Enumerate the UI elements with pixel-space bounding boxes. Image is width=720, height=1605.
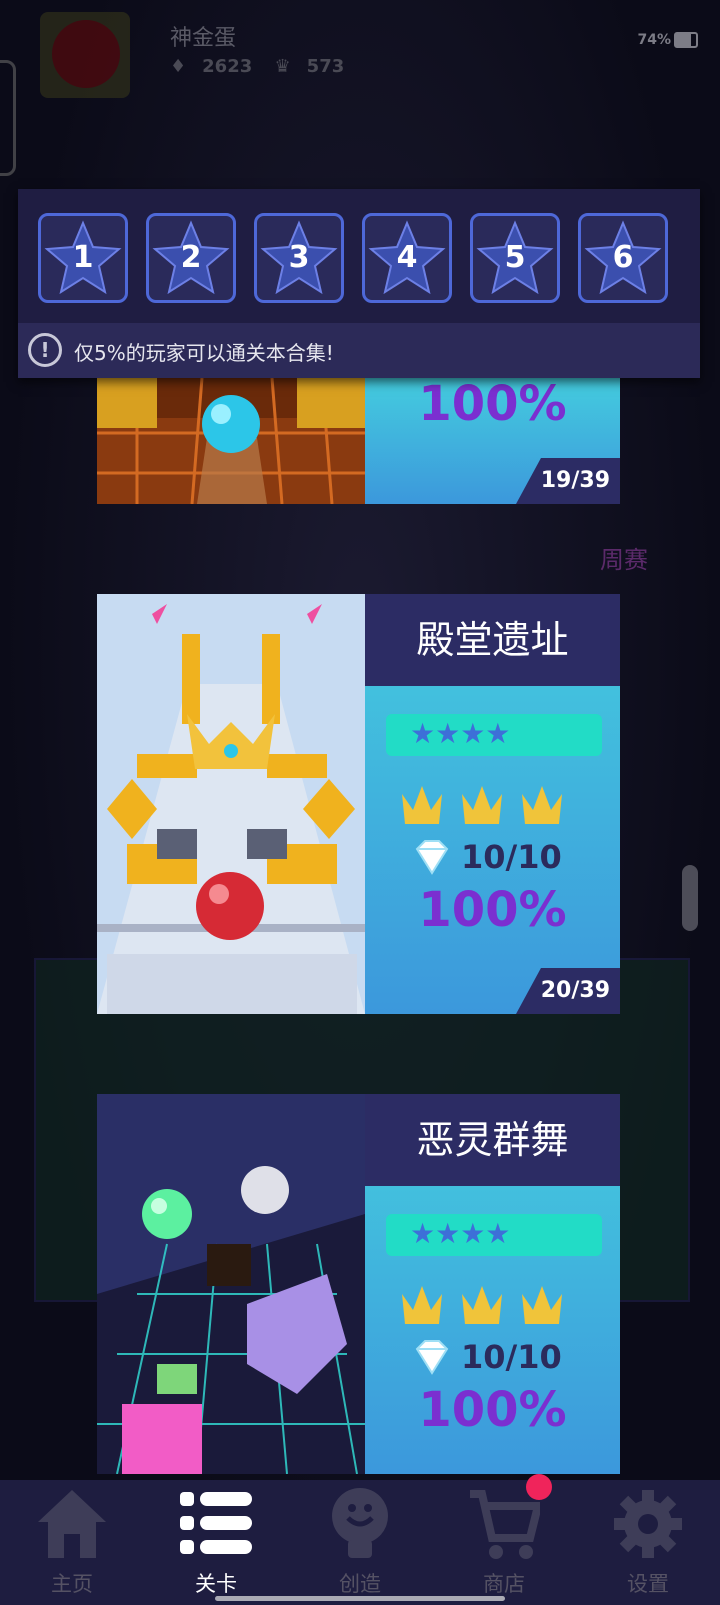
level-2-gems: 10/10 [413, 838, 562, 876]
gear-icon [614, 1490, 682, 1558]
nav-home-label: 主页 [51, 1572, 93, 1596]
level-3-art [97, 1094, 365, 1474]
nav-shop[interactable]: 商店 [432, 1474, 576, 1605]
collection-notice: ! 仅5%的玩家可以通关本合集! [18, 323, 700, 378]
diamond-icon [415, 840, 449, 875]
star-level-4[interactable]: 4 [362, 213, 452, 303]
nav-settings-label: 设置 [627, 1572, 669, 1596]
collection-star-panel: 1 2 3 4 5 6 ! 仅5%的玩家可以通关本合集! [18, 189, 700, 378]
crown-icon [522, 786, 562, 824]
diamond-icon [415, 1340, 449, 1375]
level-3-title: 恶灵群舞 [365, 1094, 620, 1186]
level-3-stars: ★★★★ [386, 1214, 602, 1256]
level-2-art [97, 594, 365, 1014]
star-level-2[interactable]: 2 [146, 213, 236, 303]
level-card-1[interactable]: 100% 19/39 [97, 378, 620, 504]
level-1-info: 100% 19/39 [365, 378, 620, 504]
level-2-star-icons: ★★★★ [410, 717, 511, 750]
battery-indicator: 74% [637, 32, 698, 48]
level-2-percent: 100% [418, 882, 567, 938]
nav-settings[interactable]: 设置 [576, 1480, 720, 1605]
level-2-info: 殿堂遗址 ★★★★ 10/10 100% 20/39 [365, 594, 620, 1014]
battery-icon [674, 32, 698, 48]
level-2-crowns [399, 780, 565, 826]
star-level-5[interactable]: 5 [470, 213, 560, 303]
info-icon: ! [28, 333, 62, 367]
list-icon [180, 1492, 252, 1554]
gem-count-icon: ♦ [170, 56, 187, 77]
home-icon [38, 1490, 106, 1558]
level-3-percent: 100% [418, 1382, 567, 1438]
crown-count-icon: ♛ [274, 56, 291, 77]
nav-create-label: 创造 [339, 1572, 381, 1596]
weekly-label: 周赛 [600, 546, 648, 574]
star-level-1[interactable]: 1 [38, 213, 128, 303]
crown-icon [522, 1286, 562, 1324]
level-2-stars: ★★★★ [386, 714, 602, 756]
nav-shop-label: 商店 [483, 1572, 525, 1596]
crown-icon [402, 1286, 442, 1324]
lightbulb-icon [332, 1488, 388, 1558]
profile-header: 神金蛋 ♦ 2623 ♛ 573 74% [0, 0, 720, 100]
avatar[interactable] [40, 12, 130, 98]
user-name: 神金蛋 [170, 26, 237, 51]
gem-count: 2623 [202, 56, 253, 77]
nav-levels[interactable]: 关卡 [144, 1480, 288, 1605]
nav-home[interactable]: 主页 [0, 1480, 144, 1605]
notice-text: 仅5%的玩家可以通关本合集! [74, 341, 334, 365]
level-1-image [97, 378, 365, 504]
level-3-star-icons: ★★★★ [410, 1217, 511, 1250]
star-level-6[interactable]: 6 [578, 213, 668, 303]
level-1-art [97, 378, 365, 504]
level-card-3[interactable]: 恶灵群舞 ★★★★ 10/10 100% [97, 1094, 620, 1474]
star-level-row: 1 2 3 4 5 6 [38, 213, 668, 303]
level-2-image [97, 594, 365, 1014]
level-1-percent: 100% [418, 378, 567, 432]
crown-icon [462, 1286, 502, 1324]
user-stats: ♦ 2623 ♛ 573 [170, 56, 360, 77]
crown-icon [462, 786, 502, 824]
level-3-crowns [399, 1280, 565, 1326]
shop-notification-badge [526, 1474, 552, 1500]
scrollbar[interactable] [682, 865, 698, 931]
home-indicator[interactable] [215, 1596, 505, 1601]
level-2-gem-count: 10/10 [461, 838, 562, 876]
level-3-gems: 10/10 [413, 1338, 562, 1376]
crown-icon [402, 786, 442, 824]
nav-levels-label: 关卡 [195, 1572, 237, 1596]
level-3-info: 恶灵群舞 ★★★★ 10/10 100% [365, 1094, 620, 1474]
level-2-title: 殿堂遗址 [365, 594, 620, 686]
crown-count: 573 [306, 56, 345, 77]
level-1-counter: 19/39 [516, 458, 620, 504]
side-tab [0, 60, 16, 176]
level-3-gem-count: 10/10 [461, 1338, 562, 1376]
level-card-2[interactable]: 殿堂遗址 ★★★★ 10/10 100% 20/39 [97, 594, 620, 1014]
bottom-nav: 主页 关卡 创造 商店 设置 [0, 1474, 720, 1605]
level-3-image [97, 1094, 365, 1474]
nav-create[interactable]: 创造 [288, 1480, 432, 1605]
level-2-counter: 20/39 [516, 968, 620, 1014]
star-level-3[interactable]: 3 [254, 213, 344, 303]
